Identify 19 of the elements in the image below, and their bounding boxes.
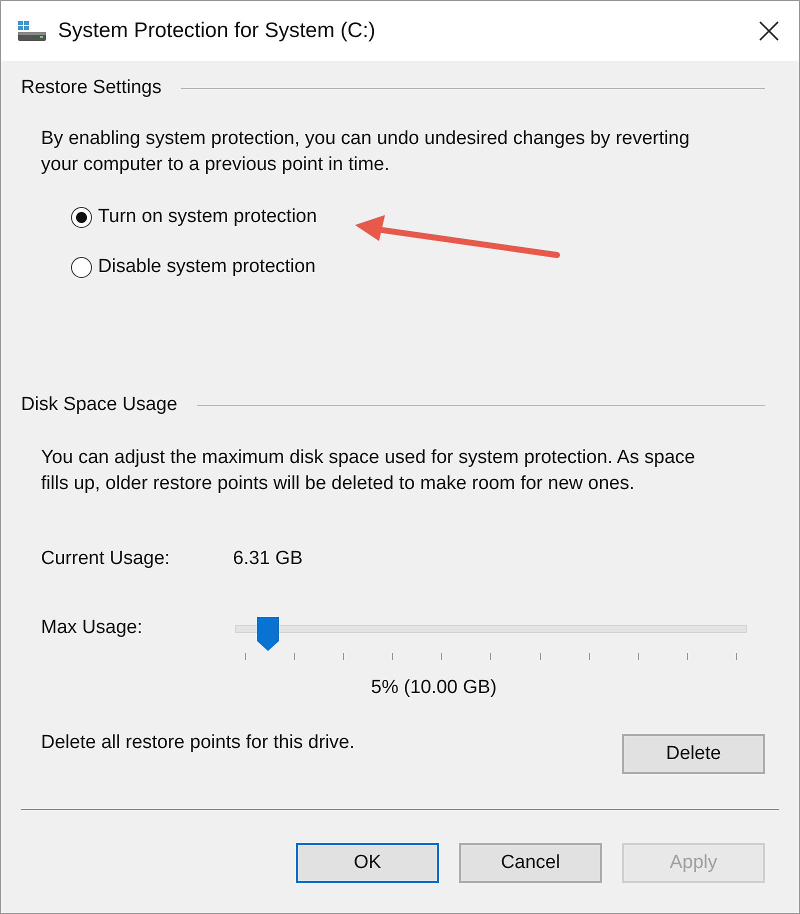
window-title: System Protection for System (C:)	[58, 19, 376, 43]
slider-reading: 5% (10.00 GB)	[371, 677, 498, 699]
radio-option[interactable]: Turn on system protection	[71, 206, 317, 228]
drive-icon	[17, 20, 47, 42]
delete-button[interactable]: Delete	[622, 734, 765, 774]
usage-value: 6.31 GB	[233, 548, 303, 570]
close-icon	[759, 21, 779, 41]
field-label: Max Usage:	[41, 617, 144, 639]
group-heading: Restore Settings	[21, 77, 162, 99]
delete-description: Delete all restore points for this drive.	[41, 732, 355, 754]
slider-thumb[interactable]	[257, 617, 280, 651]
group-heading: Disk Space Usage	[21, 394, 178, 416]
field-label: Current Usage:	[41, 548, 171, 570]
description-text: By enabling system protection, you can undo undesired changes by reverting your computer to a previous point in time.	[41, 127, 691, 177]
dialog-button[interactable]: OK	[296, 843, 439, 883]
description-text: You can adjust the maximum disk space used for system protection. As space fills up, older restore points will be deleted to make room for new ones.	[41, 446, 696, 496]
dialog-button[interactable]: Cancel	[459, 843, 602, 883]
radio-option[interactable]: Disable system protection	[71, 256, 316, 278]
usage-slider[interactable]	[235, 617, 747, 663]
